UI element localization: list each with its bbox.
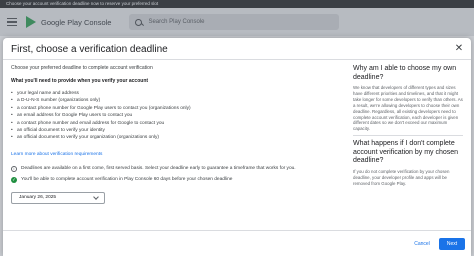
list-item: a contact phone number for Google Play u… bbox=[11, 105, 341, 113]
list-item: a D-U-N-S number (organizations only) bbox=[11, 97, 341, 105]
list-item: your legal name and address bbox=[11, 90, 341, 98]
header-divider bbox=[3, 59, 471, 60]
cancel-button[interactable]: Cancel bbox=[409, 238, 435, 250]
faq-question-1: Why am I able to choose my own deadline? bbox=[353, 65, 457, 81]
faq-divider bbox=[353, 135, 463, 137]
notice-text: Deadlines are available on a first come,… bbox=[21, 166, 296, 172]
notice-first-come: i Deadlines are available on a first com… bbox=[11, 165, 341, 172]
faq-panel: Why am I able to choose my own deadline?… bbox=[353, 65, 463, 186]
app-name: Google Play Console bbox=[41, 17, 112, 27]
app-header: Google Play Console Search Play Console bbox=[0, 8, 474, 36]
list-item: a contact phone number and email address… bbox=[11, 120, 341, 128]
faq-answer-2: If you do not complete verification by y… bbox=[353, 168, 450, 186]
faq-question-2: What happens if I don't complete account… bbox=[353, 140, 459, 165]
list-item: an official document to verify your iden… bbox=[11, 127, 341, 135]
menu-icon[interactable] bbox=[7, 18, 17, 26]
next-button[interactable]: Next bbox=[439, 238, 465, 250]
list-item: an email address for Google Play users t… bbox=[11, 112, 341, 120]
check-circle-icon: ✓ bbox=[11, 176, 17, 183]
notice-text: You'll be able to complete account verif… bbox=[21, 177, 233, 183]
deadline-date-select[interactable]: January 26, 2025 bbox=[11, 191, 105, 204]
selected-date: January 26, 2025 bbox=[19, 195, 57, 201]
banner-text: Choose your account verification deadlin… bbox=[6, 1, 159, 6]
info-icon: i bbox=[11, 165, 17, 172]
close-icon[interactable]: ✕ bbox=[453, 43, 465, 55]
dialog-title: First, choose a verification deadline bbox=[11, 44, 168, 55]
footer-divider bbox=[3, 230, 471, 231]
search-placeholder: Search Play Console bbox=[148, 19, 205, 25]
search-icon bbox=[135, 18, 143, 26]
requirements-heading: What you'll need to provide when you ver… bbox=[11, 78, 149, 84]
learn-more-link[interactable]: Learn more about verification requiremen… bbox=[11, 152, 102, 157]
requirements-list: your legal name and address a D-U-N-S nu… bbox=[11, 90, 341, 142]
verification-deadline-dialog: First, choose a verification deadline ✕ … bbox=[3, 38, 471, 256]
chevron-down-icon bbox=[93, 194, 99, 200]
list-item: an official document to verify your orga… bbox=[11, 134, 341, 142]
search-input[interactable]: Search Play Console bbox=[129, 14, 340, 30]
announcement-banner: Choose your account verification deadlin… bbox=[0, 0, 474, 8]
notice-60-days: ✓ You'll be able to complete account ver… bbox=[11, 176, 341, 183]
dialog-main-content: Choose your preferred deadline to comple… bbox=[11, 65, 341, 204]
intro-text: Choose your preferred deadline to comple… bbox=[11, 65, 153, 71]
faq-answer-1: We know that developers of different typ… bbox=[353, 85, 463, 132]
play-console-logo-icon bbox=[26, 16, 36, 28]
